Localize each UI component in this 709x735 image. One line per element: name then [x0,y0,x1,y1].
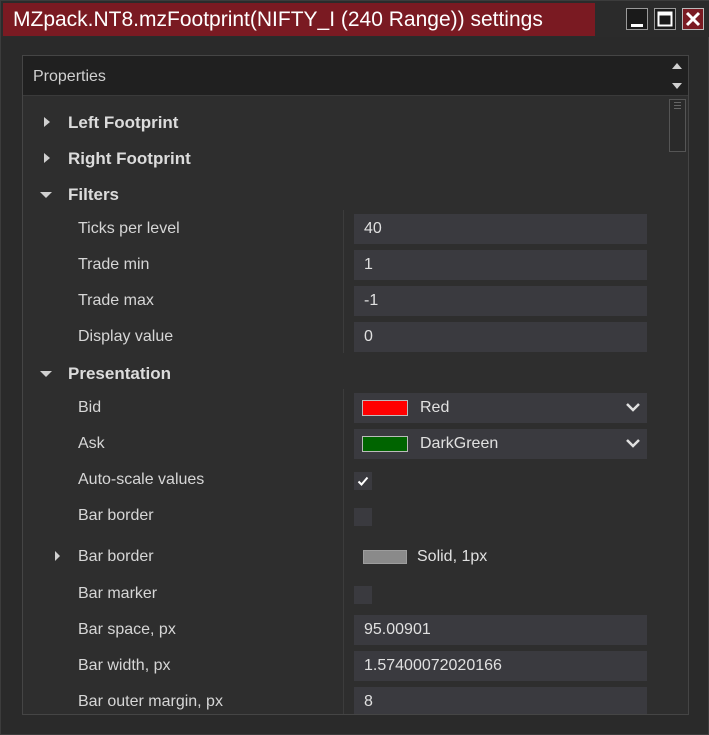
properties-header-label: Properties [33,68,106,85]
maximize-icon [657,11,673,27]
property-label: Display value [78,328,174,345]
bar-space-input[interactable]: 95.00901 [354,615,647,645]
property-label: Bar marker [78,585,158,602]
grip-line [674,102,681,103]
input-value: 95.00901 [364,621,431,638]
stroke-swatch[interactable] [363,550,407,564]
minimize-icon [631,24,643,27]
expand-arrow-icon[interactable] [51,550,63,562]
expand-arrow-icon[interactable] [39,151,53,165]
bid-color-select[interactable]: Red [354,393,647,423]
close-icon [685,11,701,27]
property-label: Trade min [78,256,150,273]
auto-scale-checkbox[interactable] [354,472,372,490]
property-bar-border-toggle: Bar border [23,500,666,532]
input-value: 1.57400072020166 [364,657,502,674]
input-value: -1 [364,292,379,309]
property-label: Trade max [78,292,154,309]
trade-max-input[interactable]: -1 [354,286,647,316]
property-bar-border-style: Bar border Solid, 1px [23,538,666,574]
category-label: Right Footprint [68,149,191,168]
property-grid: Left Footprint Right Footprint Filters T… [23,97,666,714]
collapse-arrow-icon[interactable] [39,188,53,202]
property-bar-marker: Bar marker [23,578,666,610]
properties-header: Properties [23,56,688,96]
color-name: Red [420,399,450,416]
property-label: Bar outer margin, px [78,693,223,710]
property-ask: Ask DarkGreen [23,428,666,460]
color-name: DarkGreen [420,435,499,452]
title-bar[interactable]: MZpack.NT8.mzFootprint(NIFTY_I (240 Rang… [1,1,709,37]
color-swatch [362,436,408,452]
display-value-input[interactable]: 0 [354,322,647,352]
close-button[interactable] [682,8,704,30]
scrollbar-thumb[interactable] [669,99,686,152]
property-auto-scale: Auto-scale values [23,464,666,496]
category-presentation[interactable]: Presentation [23,362,666,386]
property-label: Bid [78,399,102,416]
bar-border-checkbox[interactable] [354,508,372,526]
category-label: Filters [68,185,120,204]
bar-width-input[interactable]: 1.57400072020166 [354,651,647,681]
property-bid: Bid Red [23,392,666,424]
title-highlight: MZpack.NT8.mzFootprint(NIFTY_I (240 Rang… [3,3,595,36]
collapse-arrow-icon[interactable] [39,367,53,381]
trade-min-input[interactable]: 1 [354,250,647,280]
settings-window: MZpack.NT8.mzFootprint(NIFTY_I (240 Rang… [0,0,709,735]
property-bar-space: Bar space, px 95.00901 [23,614,666,646]
property-display-value: Display value 0 [23,321,666,353]
property-label: Ticks per level [78,220,180,237]
category-label: Left Footprint [68,113,179,132]
bar-outer-margin-input[interactable]: 8 [354,687,647,714]
category-filters[interactable]: Filters [23,183,666,207]
vertical-scrollbar[interactable] [667,97,688,714]
property-bar-outer-margin: Bar outer margin, px 8 [23,686,666,714]
stroke-value[interactable]: Solid, 1px [417,548,487,566]
category-right-footprint[interactable]: Right Footprint [23,147,666,171]
scroll-up-arrow-icon[interactable] [670,60,684,72]
chevron-down-icon[interactable] [625,437,641,449]
expand-arrow-icon[interactable] [39,115,53,129]
property-label: Bar width, px [78,657,171,674]
input-value: 1 [364,256,373,273]
property-trade-max: Trade max -1 [23,285,666,317]
chevron-down-icon[interactable] [625,401,641,413]
grip-line [674,108,681,109]
maximize-button[interactable] [654,8,676,30]
property-label: Bar border [78,548,154,565]
properties-panel: Properties Left Footprint Right Footprin… [22,55,689,715]
minimize-button[interactable] [626,8,648,30]
ask-color-select[interactable]: DarkGreen [354,429,647,459]
color-swatch [362,400,408,416]
window-title: MZpack.NT8.mzFootprint(NIFTY_I (240 Rang… [13,8,543,31]
checkmark-icon [357,476,369,486]
property-ticks-per-level: Ticks per level 40 [23,213,666,245]
property-label: Auto-scale values [78,471,205,488]
property-label: Bar border [78,507,154,524]
category-left-footprint[interactable]: Left Footprint [23,111,666,135]
property-bar-width: Bar width, px 1.57400072020166 [23,650,666,682]
bar-marker-checkbox[interactable] [354,586,372,604]
property-label: Bar space, px [78,621,176,638]
property-label: Ask [78,435,105,452]
input-value: 0 [364,328,373,345]
ticks-per-level-input[interactable]: 40 [354,214,647,244]
input-value: 40 [364,220,382,237]
grip-line [674,105,681,106]
input-value: 8 [364,693,373,710]
scroll-down-arrow-icon[interactable] [670,80,684,92]
category-label: Presentation [68,364,171,383]
property-trade-min: Trade min 1 [23,249,666,281]
